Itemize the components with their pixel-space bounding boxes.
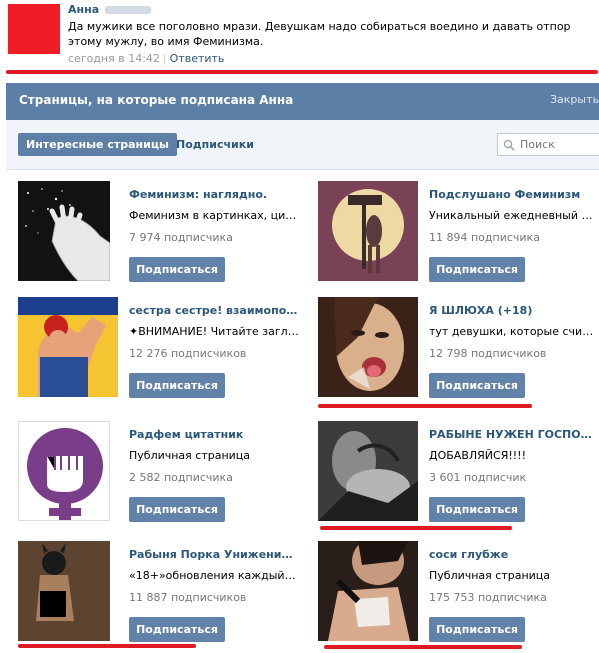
comment-time: сегодня в 14:42 (68, 52, 160, 65)
tab-subscribers[interactable]: Подписчики (176, 133, 254, 156)
search-icon (503, 139, 515, 151)
page-description: Публичная страница (129, 449, 251, 462)
page-card: Феминизм: наглядно. Феминизм в картинках… (18, 181, 299, 291)
comment-author[interactable]: Анна (68, 3, 152, 16)
close-link[interactable]: Закрыть (550, 93, 599, 106)
panel-header: Страницы, на которые подписана Анна Закр… (6, 83, 599, 120)
page-card: Подслушано Феминизм Уникальный ежедневны… (318, 181, 599, 291)
subscribe-button[interactable]: Подписаться (129, 617, 225, 642)
page-name[interactable]: Радфем цитатник (129, 428, 299, 441)
subscriber-count: 11 894 подписчика (429, 231, 540, 244)
page-thumbnail[interactable] (318, 541, 418, 641)
page-name[interactable]: Подслушано Феминизм (429, 188, 599, 201)
page-card: Я ШЛЮХА (+18) тут девушки, которые счита… (318, 297, 599, 407)
page-thumbnail[interactable] (18, 541, 110, 641)
subscriber-count: 12 276 подписчиков (129, 347, 247, 360)
subscriber-count: 12 798 подписчиков (429, 347, 547, 360)
tab-interesting-pages[interactable]: Интересные страницы (18, 133, 177, 156)
subscriber-count: 7 974 подписчика (129, 231, 233, 244)
page-name[interactable]: сестра сестре! взаимопомощь (129, 304, 299, 317)
red-underline (18, 644, 196, 648)
red-underline (6, 70, 598, 74)
page-name[interactable]: соси глубже (429, 548, 599, 561)
page-thumbnail[interactable] (318, 421, 418, 521)
comment-text: Да мужики все поголовно мрази. Девушкам … (68, 20, 571, 48)
subscriber-count: 175 753 подписчика (429, 591, 547, 604)
avatar[interactable] (8, 4, 60, 54)
subscribe-button[interactable]: Подписаться (429, 497, 525, 522)
page-description: Уникальный ежедневный поток (429, 209, 599, 222)
subscribe-button[interactable]: Подписаться (429, 257, 525, 282)
subscribe-button[interactable]: Подписаться (429, 617, 525, 642)
subscribe-button[interactable]: Подписаться (129, 257, 225, 282)
page-name[interactable]: Феминизм: наглядно. (129, 188, 299, 201)
page-thumbnail[interactable] (18, 421, 110, 521)
page-description: «18+»обновления каждый день (129, 569, 299, 582)
page-card: Радфем цитатник Публичная страница 2 582… (18, 421, 298, 531)
red-underline (324, 645, 522, 649)
search-input[interactable] (518, 136, 598, 153)
page-description: тут девушки, которые считают (429, 325, 599, 338)
subscribe-button[interactable]: Подписаться (129, 497, 225, 522)
subscriber-count: 3 601 подписчик (429, 471, 527, 484)
page-thumbnail[interactable] (318, 181, 418, 281)
subscriber-count: 2 582 подписчика (129, 471, 233, 484)
page-description: Феминизм в картинках, цитатах и фактах (129, 209, 299, 222)
page-name[interactable]: Я ШЛЮХА (+18) (429, 304, 599, 317)
panel-title: Страницы, на которые подписана Анна (19, 93, 294, 107)
red-underline (320, 526, 512, 530)
reply-link[interactable]: Ответить (170, 52, 225, 65)
comment: Анна Да мужики все поголовно мрази. Деву… (0, 0, 599, 76)
blurred-surname (105, 6, 152, 14)
page-card: Рабыня Порка Унижение БДСМ «18+»обновлен… (18, 541, 299, 651)
page-description: ДОБАВЛЯЙСЯ!!!! (429, 449, 526, 462)
page-name[interactable]: РАБЫНЕ НУЖЕН ГОСПОДИН (429, 428, 599, 441)
search-box[interactable] (497, 133, 599, 156)
page-thumbnail[interactable] (318, 297, 418, 397)
subscriber-count: 11 887 подписчиков (129, 591, 247, 604)
page-description: ✦ВНИМАНИЕ! Читайте заглавное (129, 325, 299, 338)
page-card: соси глубже Публичная страница 175 753 п… (318, 541, 598, 651)
red-underline (318, 404, 532, 408)
page-thumbnail[interactable] (18, 297, 118, 397)
page-thumbnail[interactable] (18, 181, 110, 281)
comment-meta: сегодня в 14:42 | Ответить (68, 52, 225, 65)
page-description: Публичная страница (429, 569, 551, 582)
page-card: сестра сестре! взаимопомощь ✦ВНИМАНИЕ! Ч… (18, 297, 299, 407)
tab-bar: Интересные страницы Подписчики (6, 120, 599, 170)
subscribe-button[interactable]: Подписаться (429, 373, 525, 398)
page-card: РАБЫНЕ НУЖЕН ГОСПОДИН ДОБАВЛЯЙСЯ!!!! 3 6… (318, 421, 599, 531)
subscribe-button[interactable]: Подписаться (129, 373, 225, 398)
page-name[interactable]: Рабыня Порка Унижение БДСМ (129, 548, 299, 561)
